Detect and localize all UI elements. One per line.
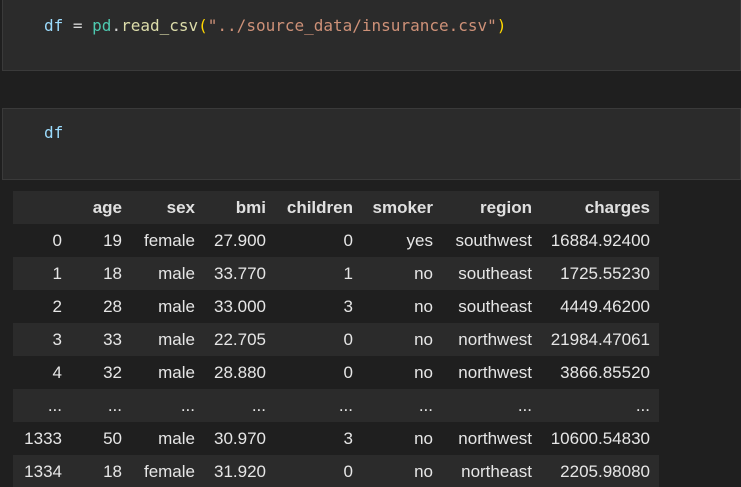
table-cell: ... xyxy=(517,395,532,415)
row-index-cell: 2 xyxy=(52,296,62,316)
table-cell: 31.920 xyxy=(214,461,266,481)
table-cell: southeast xyxy=(458,296,532,316)
table-row: 2 28 male 33.000 3 no southeast 4449.46200 xyxy=(13,290,659,323)
table-row: 4 32 male 28.880 0 no northwest 3866.85520 xyxy=(13,356,659,389)
column-header-region: region xyxy=(480,197,532,217)
table-cell: yes xyxy=(406,230,433,250)
row-index-cell: 1 xyxy=(52,263,62,283)
table-cell: northwest xyxy=(458,362,532,382)
table-cell: 33.000 xyxy=(214,296,266,316)
table-cell: male xyxy=(158,362,195,382)
code-line-read-csv[interactable]: df = pd.read_csv("../source_data/insuran… xyxy=(44,16,506,36)
table-cell: male xyxy=(158,428,195,448)
column-header-charges: charges xyxy=(584,197,650,217)
table-cell: 30.970 xyxy=(214,428,266,448)
row-index-cell: 1334 xyxy=(24,461,62,481)
table-cell: 19 xyxy=(103,230,122,250)
table-cell: 3 xyxy=(343,428,353,448)
table-cell: ... xyxy=(251,395,266,415)
table-row: 3 33 male 22.705 0 no northwest 21984.47061 xyxy=(13,323,659,356)
table-cell: southeast xyxy=(458,263,532,283)
table-cell: no xyxy=(414,263,433,283)
table-cell: 22.705 xyxy=(214,329,266,349)
code-token: pd xyxy=(92,16,112,35)
table-cell: male xyxy=(158,329,195,349)
table-cell: male xyxy=(158,263,195,283)
table-cell: southwest xyxy=(455,230,532,250)
table-cell: 2205.98080 xyxy=(560,461,650,481)
table-row: ........................ xyxy=(13,389,659,422)
table-cell: ... xyxy=(418,395,433,415)
table-cell: 28 xyxy=(103,296,122,316)
table-cell: 33 xyxy=(103,329,122,349)
table-cell: 0 xyxy=(343,230,353,250)
column-header-index xyxy=(13,191,71,224)
row-index-cell: 3 xyxy=(52,329,62,349)
row-index-cell: 0 xyxy=(52,230,62,250)
table-cell: no xyxy=(414,362,433,382)
table-cell: no xyxy=(414,428,433,448)
table-cell: male xyxy=(158,296,195,316)
column-header-children: children xyxy=(286,197,353,217)
table-header-row: age sex bmi children smoker region charg… xyxy=(13,191,659,224)
table-cell: 18 xyxy=(103,461,122,481)
table-cell: northwest xyxy=(458,329,532,349)
code-token: df xyxy=(44,123,64,142)
table-cell: 3866.85520 xyxy=(560,362,650,382)
table-cell: ... xyxy=(107,395,122,415)
table-cell: 10600.54830 xyxy=(550,428,650,448)
table-cell: female xyxy=(143,461,195,481)
table-cell: female xyxy=(143,230,195,250)
column-header-bmi: bmi xyxy=(235,197,266,217)
table-cell: 21984.47061 xyxy=(550,329,650,349)
dataframe-table: age sex bmi children smoker region charg… xyxy=(13,191,659,487)
table-cell: ... xyxy=(635,395,650,415)
table-cell: 0 xyxy=(343,362,353,382)
table-cell: ... xyxy=(338,395,353,415)
table-cell: 50 xyxy=(103,428,122,448)
code-token: . xyxy=(111,16,122,35)
column-header-sex: sex xyxy=(166,197,195,217)
table-cell: 1 xyxy=(343,263,353,283)
code-token: "../source_data/insurance.csv" xyxy=(207,16,497,35)
row-index-cell: 4 xyxy=(52,362,62,382)
table-cell: no xyxy=(414,329,433,349)
code-token: = xyxy=(63,16,93,35)
table-row: 0 19 female 27.900 0 yes southwest 16884.92400 xyxy=(13,224,659,257)
table-cell: 0 xyxy=(343,329,353,349)
code-cell-2[interactable] xyxy=(2,108,741,180)
row-index-cell: ... xyxy=(47,395,62,415)
table-cell: 16884.92400 xyxy=(550,230,650,250)
table-cell: ... xyxy=(180,395,195,415)
table-cell: northeast xyxy=(461,461,532,481)
table-cell: northwest xyxy=(458,428,532,448)
table-cell: 33.770 xyxy=(214,263,266,283)
code-token: ) xyxy=(496,16,507,35)
row-index-cell: 1333 xyxy=(24,428,62,448)
cell-output: age sex bmi children smoker region charg… xyxy=(13,191,659,487)
table-cell: 4449.46200 xyxy=(560,296,650,316)
table-cell: 27.900 xyxy=(214,230,266,250)
table-cell: 32 xyxy=(103,362,122,382)
table-row: 1333 50 male 30.970 3 no northwest 10600.54830 xyxy=(13,422,659,455)
code-token: read_csv xyxy=(121,16,199,35)
table-cell: 1725.55230 xyxy=(560,263,650,283)
code-token: df xyxy=(44,16,64,35)
table-cell: 0 xyxy=(343,461,353,481)
code-line-df[interactable]: df xyxy=(44,123,63,143)
table-cell: 3 xyxy=(343,296,353,316)
table-cell: no xyxy=(414,296,433,316)
column-header-smoker: smoker xyxy=(372,197,433,217)
table-cell: 18 xyxy=(103,263,122,283)
table-cell: no xyxy=(414,461,433,481)
table-cell: 28.880 xyxy=(214,362,266,382)
table-row: 1 18 male 33.770 1 no southeast 1725.55230 xyxy=(13,257,659,290)
table-row: 1334 18 female 31.920 0 no northeast 2205.98080 xyxy=(13,455,659,487)
column-header-age: age xyxy=(92,197,122,217)
code-token: ( xyxy=(198,16,208,35)
